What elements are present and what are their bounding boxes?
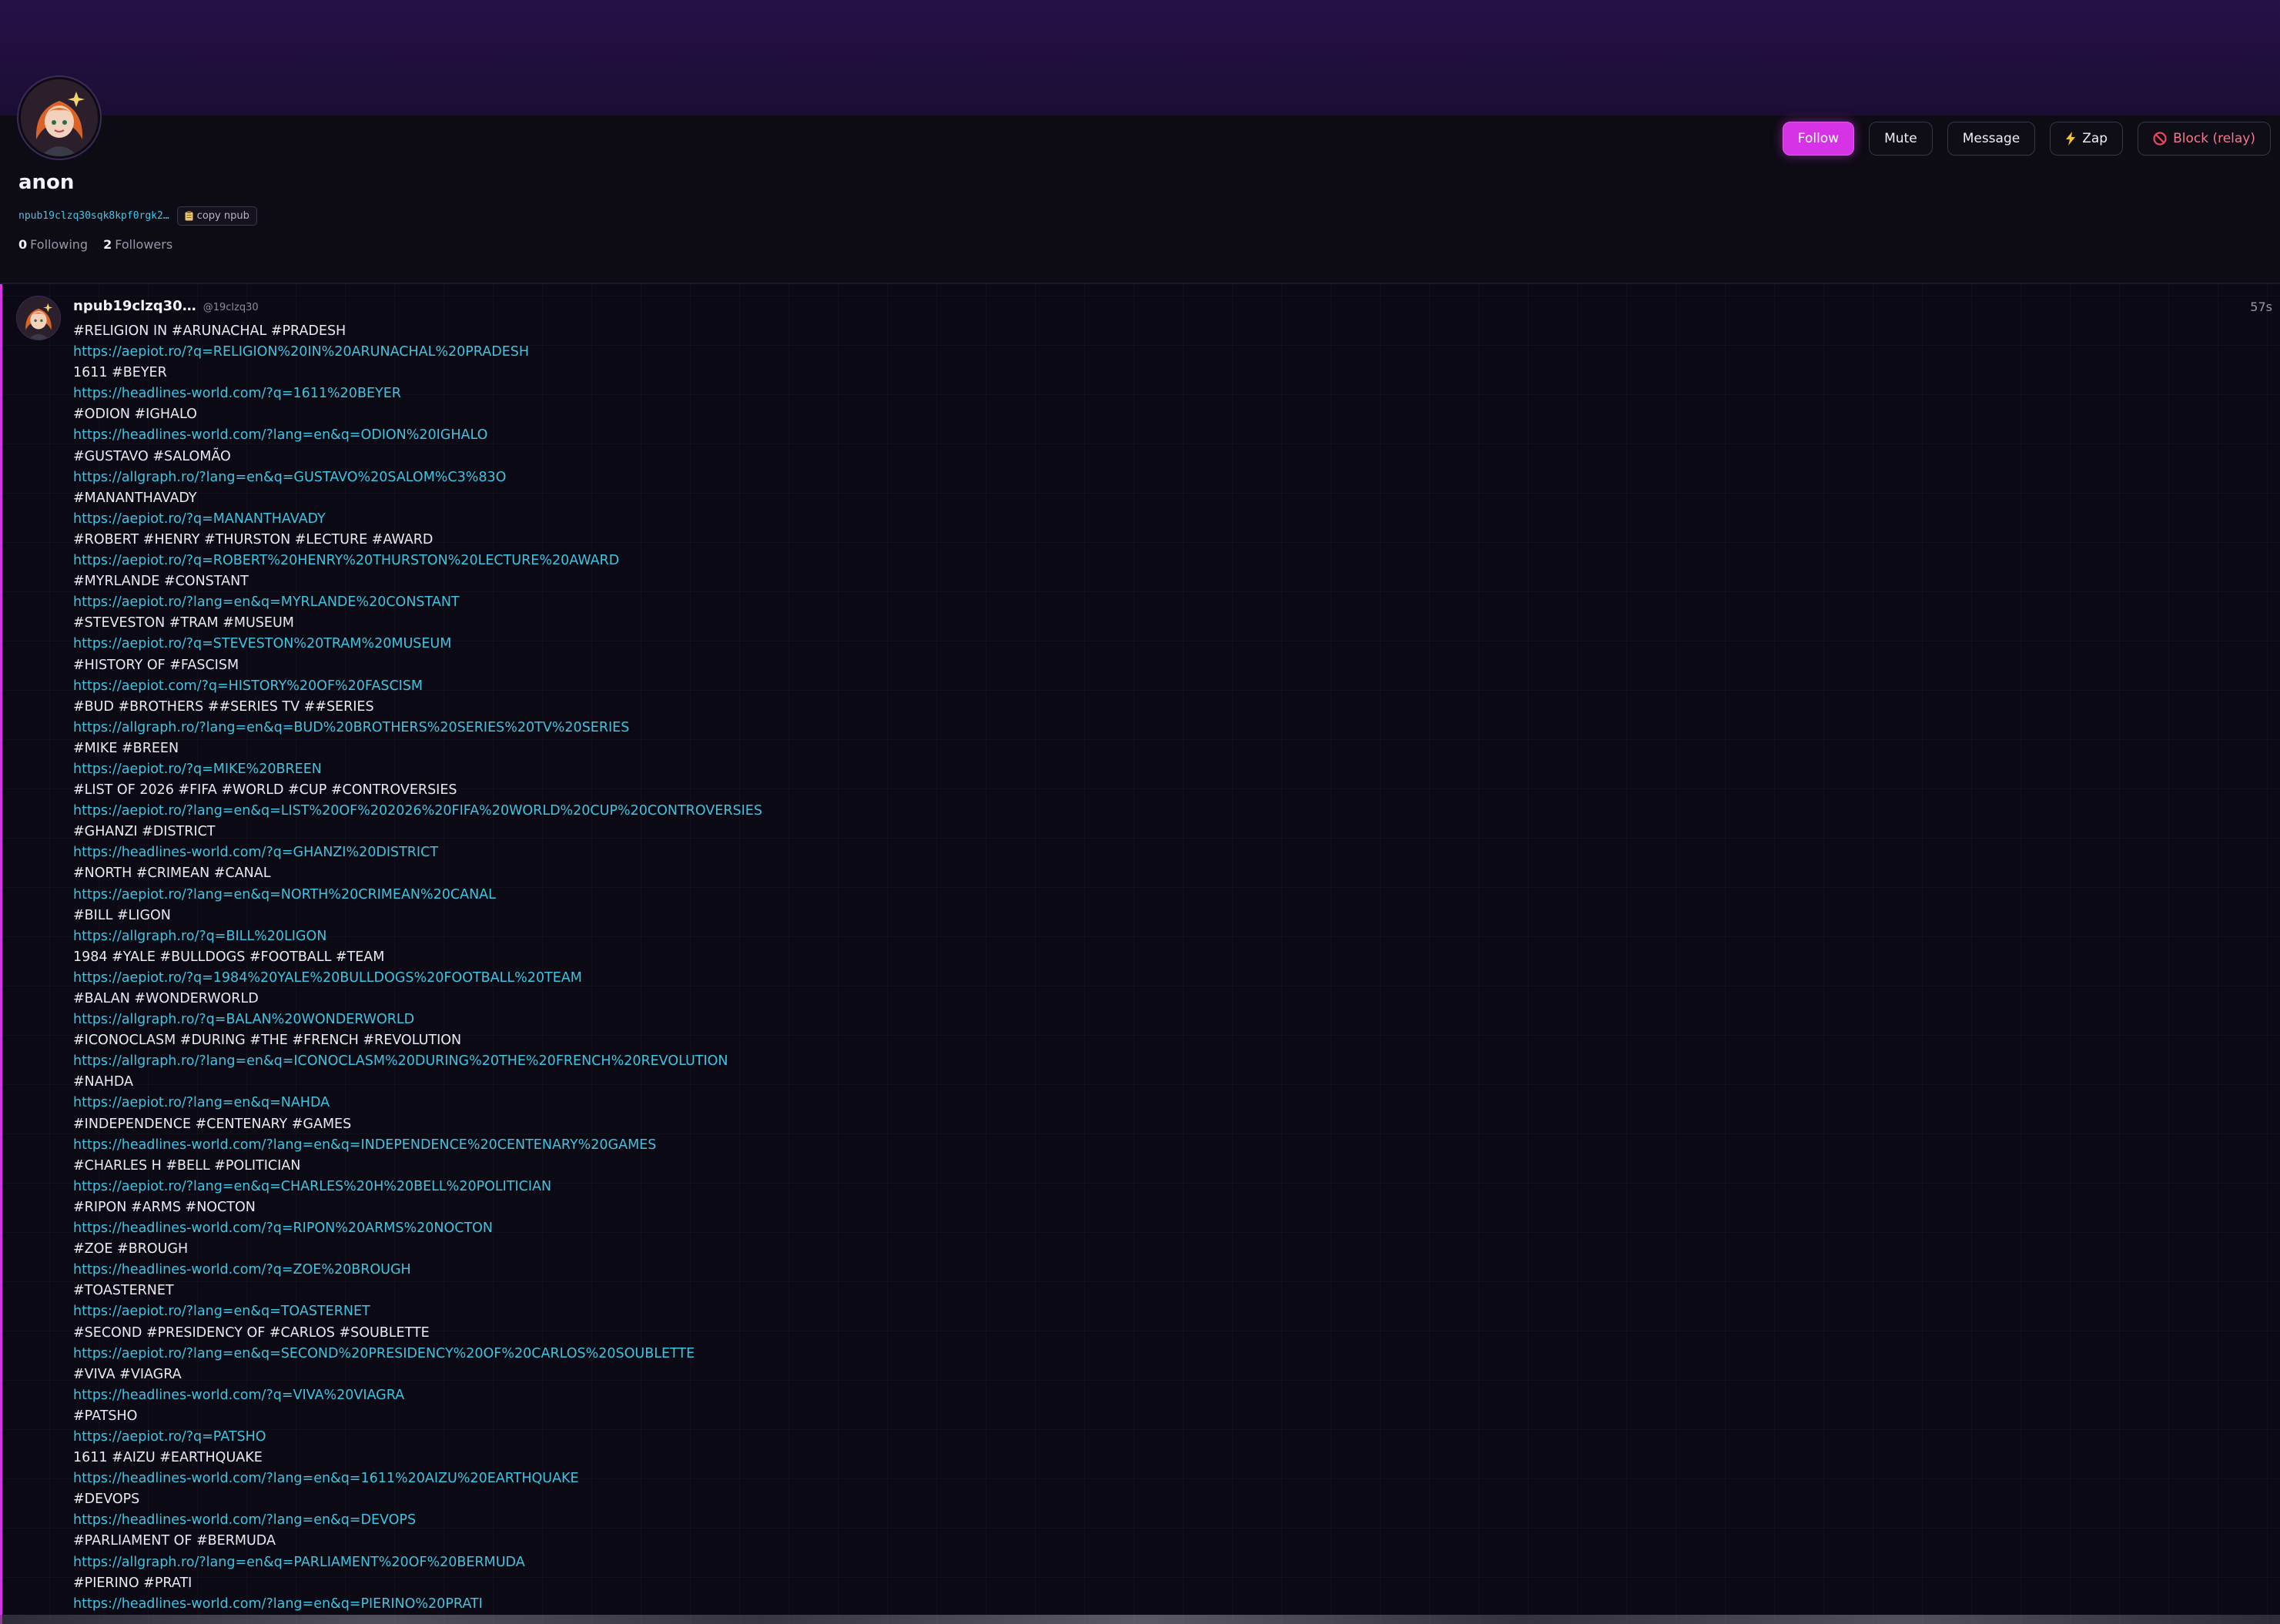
- npub-row: npub19clzq30sqk8kpf0rgk2… copy npub: [18, 206, 257, 226]
- post-link[interactable]: https://allgraph.ro/?lang=en&q=PARLIAMEN…: [73, 1552, 1459, 1573]
- post-text-line: #ZOE #BROUGH: [73, 1241, 189, 1257]
- npub-text[interactable]: npub19clzq30sqk8kpf0rgk2…: [18, 210, 169, 222]
- post-text-line: #PARLIAMENT OF #BERMUDA: [73, 1533, 276, 1549]
- follow-stats: 0 Following 2 Followers: [18, 237, 172, 252]
- post-link[interactable]: https://aepiot.ro/?lang=en&q=MYRLANDE%20…: [73, 592, 1459, 613]
- copy-npub-button[interactable]: copy npub: [176, 206, 257, 226]
- post-text-line: #LIST OF 2026 #FIFA #WORLD #CUP #CONTROV…: [73, 782, 457, 799]
- post-link[interactable]: https://aepiot.ro/?q=MANANTHAVADY: [73, 509, 1459, 530]
- post-link[interactable]: https://allgraph.ro/?lang=en&q=ICONOCLAS…: [73, 1051, 1459, 1072]
- block-button[interactable]: Block (relay): [2138, 122, 2271, 156]
- post-link[interactable]: https://allgraph.ro/?lang=en&q=GUSTAVO%2…: [73, 467, 1459, 488]
- post-link[interactable]: https://headlines-world.com/?lang=en&q=1…: [73, 1468, 1459, 1489]
- post-link[interactable]: https://aepiot.ro/?q=ROBERT%20HENRY%20TH…: [73, 551, 1459, 571]
- post-text-line: #BALAN #WONDERWORLD: [73, 991, 259, 1006]
- post-text-line: #CHARLES H #BELL #POLITICIAN: [73, 1157, 301, 1174]
- profile-avatar: [18, 77, 100, 159]
- followers-count: 2: [103, 237, 112, 252]
- post-link[interactable]: https://allgraph.ro/?q=BALAN%20WONDERWOR…: [73, 1010, 1459, 1030]
- post-text-line: #HISTORY OF #FASCISM: [73, 657, 239, 673]
- post-link[interactable]: https://aepiot.ro/?lang=en&q=NORTH%20CRI…: [73, 885, 1459, 906]
- post-link[interactable]: https://headlines-world.com/?lang=en&q=P…: [73, 1594, 1459, 1615]
- prohibited-icon: [2153, 132, 2167, 146]
- mute-button[interactable]: Mute: [1869, 122, 1933, 156]
- profile-actions: Follow Mute Message Zap Block (relay): [1782, 122, 2271, 156]
- post-link[interactable]: https://aepiot.ro/?lang=en&q=LIST%20OF%2…: [73, 801, 1459, 822]
- post-link[interactable]: https://aepiot.ro/?lang=en&q=CHARLES%20H…: [73, 1177, 1459, 1197]
- post-text-line: #TOASTERNET: [73, 1283, 174, 1299]
- post-link[interactable]: https://headlines-world.com/?q=ZOE%20BRO…: [73, 1260, 1459, 1281]
- post-link[interactable]: https://headlines-world.com/?q=VIVA%20VI…: [73, 1385, 1459, 1406]
- followers-stat[interactable]: 2 Followers: [103, 237, 172, 252]
- post-text-line: #RIPON #ARMS #NOCTON: [73, 1199, 256, 1215]
- post-link[interactable]: https://aepiot.com/?q=HISTORY%20OF%20FAS…: [73, 676, 1459, 697]
- post-text-line: #BUD #BROTHERS ##SERIES TV ##SERIES: [73, 698, 374, 715]
- follow-button[interactable]: Follow: [1782, 122, 1855, 156]
- mute-label: Mute: [1884, 131, 1917, 146]
- profile-banner: [0, 0, 2280, 116]
- post-link[interactable]: https://headlines-world.com/?q=RIPON%20A…: [73, 1218, 1459, 1239]
- post-link[interactable]: https://headlines-world.com/?lang=en&q=I…: [73, 1135, 1459, 1156]
- post-text-line: #GHANZI #DISTRICT: [73, 824, 216, 840]
- message-label: Message: [1962, 131, 2021, 146]
- following-stat[interactable]: 0 Following: [18, 237, 88, 252]
- follow-label: Follow: [1797, 131, 1840, 146]
- background-image-strip: [0, 1615, 2280, 1624]
- post-author-handle: @19clzq30: [203, 302, 259, 313]
- post-link[interactable]: https://headlines-world.com/?lang=en&q=O…: [73, 425, 1459, 446]
- post-link[interactable]: https://allgraph.ro/?q=BILL%20LIGON: [73, 926, 1459, 947]
- post-text-line: #PIERINO #PRATI: [73, 1575, 193, 1591]
- post-text-line: #BILL #LIGON: [73, 907, 171, 923]
- post-link[interactable]: https://allgraph.ro/?lang=en&q=BUD%20BRO…: [73, 718, 1459, 738]
- post-link[interactable]: https://aepiot.ro/?q=PATSHO: [73, 1427, 1459, 1448]
- post-text-line: #RELIGION IN #ARUNACHAL #PRADESH: [73, 323, 347, 339]
- post-text-line: #MANANTHAVADY: [73, 490, 197, 506]
- following-count: 0: [18, 237, 28, 252]
- post-text-line: #MYRLANDE #CONSTANT: [73, 574, 249, 590]
- display-name: anon: [18, 171, 75, 194]
- post-link[interactable]: https://headlines-world.com/?q=1611%20BE…: [73, 383, 1459, 404]
- followers-label: Followers: [115, 237, 173, 252]
- post-link[interactable]: https://headlines-world.com/?lang=en&q=D…: [73, 1510, 1459, 1531]
- post-text-line: #MIKE #BREEN: [73, 740, 179, 756]
- post-text-line: #GUSTAVO #SALOMÃO: [73, 448, 231, 464]
- zap-label: Zap: [2082, 131, 2108, 146]
- post-text-line: #ICONOCLASM #DURING #THE #FRENCH #REVOLU…: [73, 1033, 462, 1049]
- post-link[interactable]: https://aepiot.ro/?lang=en&q=SECOND%20PR…: [73, 1344, 1459, 1364]
- copy-npub-label: copy npub: [196, 210, 249, 222]
- post-text-line: #ROBERT #HENRY #THURSTON #LECTURE #AWARD: [73, 531, 434, 547]
- post-header: npub19clzq30… @19clzq30: [73, 298, 259, 314]
- post-author-name[interactable]: npub19clzq30…: [73, 298, 196, 314]
- post-link[interactable]: https://aepiot.ro/?q=STEVESTON%20TRAM%20…: [73, 634, 1459, 655]
- block-label: Block (relay): [2173, 131, 2255, 146]
- post-link[interactable]: https://aepiot.ro/?q=1984%20YALE%20BULLD…: [73, 968, 1459, 989]
- post-text-line: #SECOND #PRESIDENCY OF #CARLOS #SOUBLETT…: [73, 1324, 430, 1341]
- post-text-line: #PATSHO: [73, 1408, 138, 1424]
- post-text-line: 1611 #AIZU #EARTHQUAKE: [73, 1450, 263, 1466]
- zap-button[interactable]: Zap: [2050, 122, 2124, 156]
- post-text-line: 1611 #BEYER: [73, 365, 167, 381]
- post-text-line: #DEVOPS: [73, 1492, 140, 1508]
- post-text-line: #VIVA #VIAGRA: [73, 1366, 182, 1382]
- post-text-line: #INDEPENDENCE #CENTENARY #GAMES: [73, 1116, 352, 1132]
- post-author-avatar[interactable]: [17, 296, 60, 340]
- post-text-line: #NAHDA: [73, 1074, 134, 1090]
- post-link[interactable]: https://aepiot.ro/?q=MIKE%20BREEN: [73, 759, 1459, 780]
- feed-accent-bar: [0, 284, 2, 1624]
- post-link[interactable]: https://headlines-world.com/?q=GHANZI%20…: [73, 842, 1459, 863]
- post-link[interactable]: https://aepiot.ro/?lang=en&q=TOASTERNET: [73, 1301, 1459, 1322]
- clipboard-icon: [185, 211, 193, 221]
- following-label: Following: [30, 237, 89, 252]
- post-text-line: #STEVESTON #TRAM #MUSEUM: [73, 615, 294, 631]
- post-text-line: #NORTH #CRIMEAN #CANAL: [73, 866, 271, 882]
- post-content: #RELIGION IN #ARUNACHAL #PRADESH https://…: [73, 321, 1459, 1615]
- post-text-line: #ODION #IGHALO: [73, 407, 197, 423]
- post-timestamp[interactable]: 57s: [2250, 300, 2272, 314]
- post-text-line: 1984 #YALE #BULLDOGS #FOOTBALL #TEAM: [73, 949, 385, 965]
- post-link[interactable]: https://aepiot.ro/?lang=en&q=NAHDA: [73, 1093, 1459, 1113]
- message-button[interactable]: Message: [1947, 122, 2036, 156]
- lightning-icon: [2066, 132, 2076, 146]
- post-link[interactable]: https://aepiot.ro/?q=RELIGION%20IN%20ARU…: [73, 342, 1459, 363]
